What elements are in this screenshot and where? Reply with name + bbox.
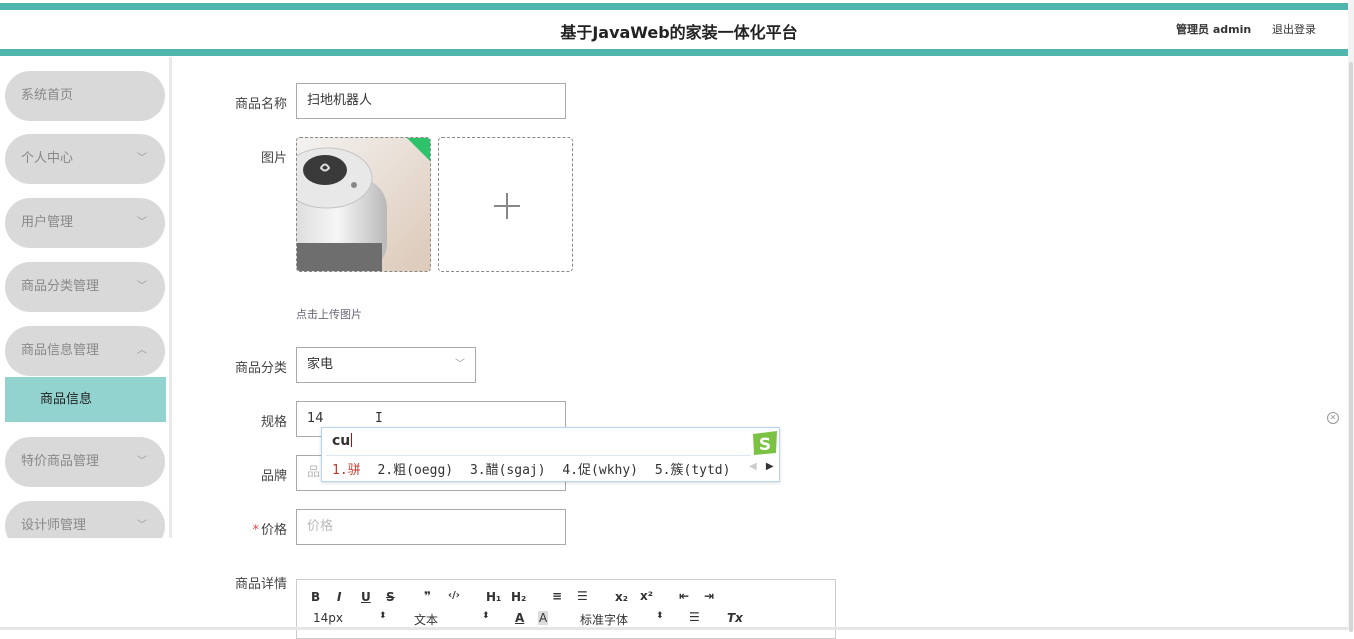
- sidebar-item-label: 特价商品管理: [21, 454, 100, 469]
- brand-label: 品牌: [260, 469, 287, 484]
- sidebar-item-label: 商品信息管理: [21, 343, 100, 358]
- sidebar-item-label: 设计师管理: [21, 518, 87, 533]
- svg-text:S: S: [759, 435, 771, 455]
- superscript-button[interactable]: x²: [640, 589, 653, 603]
- underline-button[interactable]: U: [361, 590, 371, 604]
- sidebar-item-categories[interactable]: 商品分类管理 ﹀: [5, 262, 165, 312]
- bold-button[interactable]: B: [311, 590, 320, 604]
- logout-link[interactable]: 退出登录: [1272, 21, 1316, 37]
- sidebar-item-label: 用户管理: [21, 215, 74, 230]
- ime-composition: cu: [332, 433, 353, 449]
- sidebar-item-specials[interactable]: 特价商品管理 ﹀: [5, 437, 165, 487]
- font-size-select[interactable]: 14px: [313, 611, 343, 625]
- sidebar-item-label: 商品分类管理: [21, 279, 100, 294]
- detail-label: 商品详情: [234, 577, 287, 592]
- background-color-icon[interactable]: A: [538, 611, 549, 625]
- header-accent-stripe-bottom: [0, 49, 1348, 56]
- chevron-down-icon: ﹀: [455, 359, 465, 370]
- font-size-arrows-icon: ⬍: [379, 611, 387, 621]
- chevron-up-icon: ︿: [137, 345, 147, 356]
- header-style-select[interactable]: 文本: [414, 611, 438, 628]
- robot-vacuum-image: [297, 138, 430, 271]
- subscript-button[interactable]: x₂: [615, 590, 628, 604]
- price-label-text: 价格: [260, 523, 287, 538]
- ime-prev-icon[interactable]: ◀: [749, 461, 757, 472]
- image-label: 图片: [260, 151, 287, 166]
- product-form: 商品名称 扫地机器人 图片 点击上传图片 商品分类 家电 ﹀ 规格 14 I 品…: [175, 57, 1348, 639]
- spec-value: 14: [307, 411, 324, 426]
- ime-candidate[interactable]: 4.促(wkhy): [562, 463, 638, 478]
- sidebar-item-products[interactable]: 商品信息管理 ︿: [5, 326, 165, 376]
- ime-candidate[interactable]: 5.簇(tytd): [655, 463, 731, 478]
- category-label: 商品分类: [234, 361, 287, 376]
- rich-text-editor[interactable]: B I U S ❞ ‹/› H₁ H₂ ≡ ☰ x₂ x² ⇤ ⇥ 14px ⬍…: [296, 579, 836, 639]
- vertical-scrollbar-thumb[interactable]: [1349, 62, 1353, 632]
- ime-candidate-window: cu 1.骈 2.粗(oegg) 3.醋(sgaj) 4.促(wkhy) 5.簇…: [321, 427, 780, 482]
- sidebar: 系统首页 个人中心 ﹀ 用户管理 ﹀ 商品分类管理 ﹀ 商品信息管理 ︿ 商品信…: [0, 57, 172, 538]
- header-accent-stripe-top: [0, 3, 1348, 10]
- clear-format-button[interactable]: Tx: [727, 611, 743, 625]
- strike-button[interactable]: S: [386, 590, 395, 604]
- product-name-input[interactable]: 扫地机器人: [296, 83, 566, 119]
- uploaded-image-thumbnail[interactable]: [296, 137, 431, 272]
- app-title: 基于JavaWeb的家装一体化平台: [560, 23, 798, 42]
- bullet-list-button[interactable]: ☰: [577, 589, 588, 603]
- ime-candidate[interactable]: 3.醋(sgaj): [470, 463, 546, 478]
- chevron-down-icon: ﹀: [137, 281, 147, 292]
- h1-button[interactable]: H₁: [486, 590, 501, 604]
- close-circle-icon[interactable]: ✕: [1327, 412, 1339, 424]
- style-arrows-icon: ⬍: [482, 611, 490, 621]
- h2-button[interactable]: H₂: [511, 590, 526, 604]
- sidebar-item-home[interactable]: 系统首页: [5, 71, 165, 121]
- admin-label: 管理员 admin: [1176, 23, 1252, 36]
- sidebar-item-label: 系统首页: [21, 88, 74, 103]
- chevron-down-icon: ﹀: [137, 217, 147, 228]
- chevron-down-icon: ﹀: [137, 456, 147, 467]
- sogou-s-icon: S: [753, 431, 777, 455]
- category-select[interactable]: 家电 ﹀: [296, 347, 476, 383]
- ime-caret: [351, 433, 353, 447]
- ordered-list-button[interactable]: ≡: [552, 589, 562, 603]
- italic-button[interactable]: I: [337, 590, 341, 604]
- code-block-button[interactable]: ‹/›: [448, 590, 460, 601]
- sidebar-item-profile[interactable]: 个人中心 ﹀: [5, 134, 165, 184]
- ime-composition-text: cu: [332, 433, 351, 449]
- ime-next-icon[interactable]: ▶: [766, 461, 774, 472]
- indent-button[interactable]: ⇥: [704, 589, 714, 603]
- outdent-button[interactable]: ⇤: [679, 589, 689, 603]
- price-input[interactable]: 价格: [296, 509, 566, 545]
- plus-icon: [494, 193, 520, 219]
- ime-candidate-list: 1.骈 2.粗(oegg) 3.醋(sgaj) 4.促(wkhy) 5.簇(ty…: [332, 459, 739, 478]
- category-selected-value: 家电: [307, 357, 334, 372]
- price-label: * 价格: [175, 519, 287, 538]
- ime-page-arrows[interactable]: ◀ ▶: [749, 461, 774, 472]
- sidebar-item-designers[interactable]: 设计师管理 ﹀: [5, 501, 165, 538]
- font-family-select[interactable]: 标准字体: [580, 611, 628, 628]
- required-asterisk: *: [252, 523, 259, 538]
- blockquote-button[interactable]: ❞: [424, 589, 431, 603]
- name-label: 商品名称: [234, 97, 287, 112]
- font-arrows-icon: ⬍: [656, 611, 664, 621]
- align-icon[interactable]: ☰: [689, 610, 700, 624]
- sidebar-item-label: 个人中心: [21, 151, 74, 166]
- sidebar-subitem-product-info[interactable]: 商品信息: [5, 377, 166, 422]
- upload-hint: 点击上传图片: [296, 308, 362, 321]
- top-bar: 基于JavaWeb的家装一体化平台 管理员 admin 退出登录: [0, 0, 1348, 57]
- ime-candidate[interactable]: 2.粗(oegg): [377, 463, 453, 478]
- ime-separator: [326, 455, 751, 456]
- upload-image-button[interactable]: [438, 137, 573, 272]
- ime-candidate[interactable]: 1.骈: [332, 463, 361, 478]
- spec-label: 规格: [260, 415, 287, 430]
- chevron-down-icon: ﹀: [137, 153, 147, 164]
- chevron-down-icon: ﹀: [137, 520, 147, 531]
- sidebar-item-users[interactable]: 用户管理 ﹀: [5, 198, 165, 248]
- font-color-icon[interactable]: A: [515, 611, 524, 625]
